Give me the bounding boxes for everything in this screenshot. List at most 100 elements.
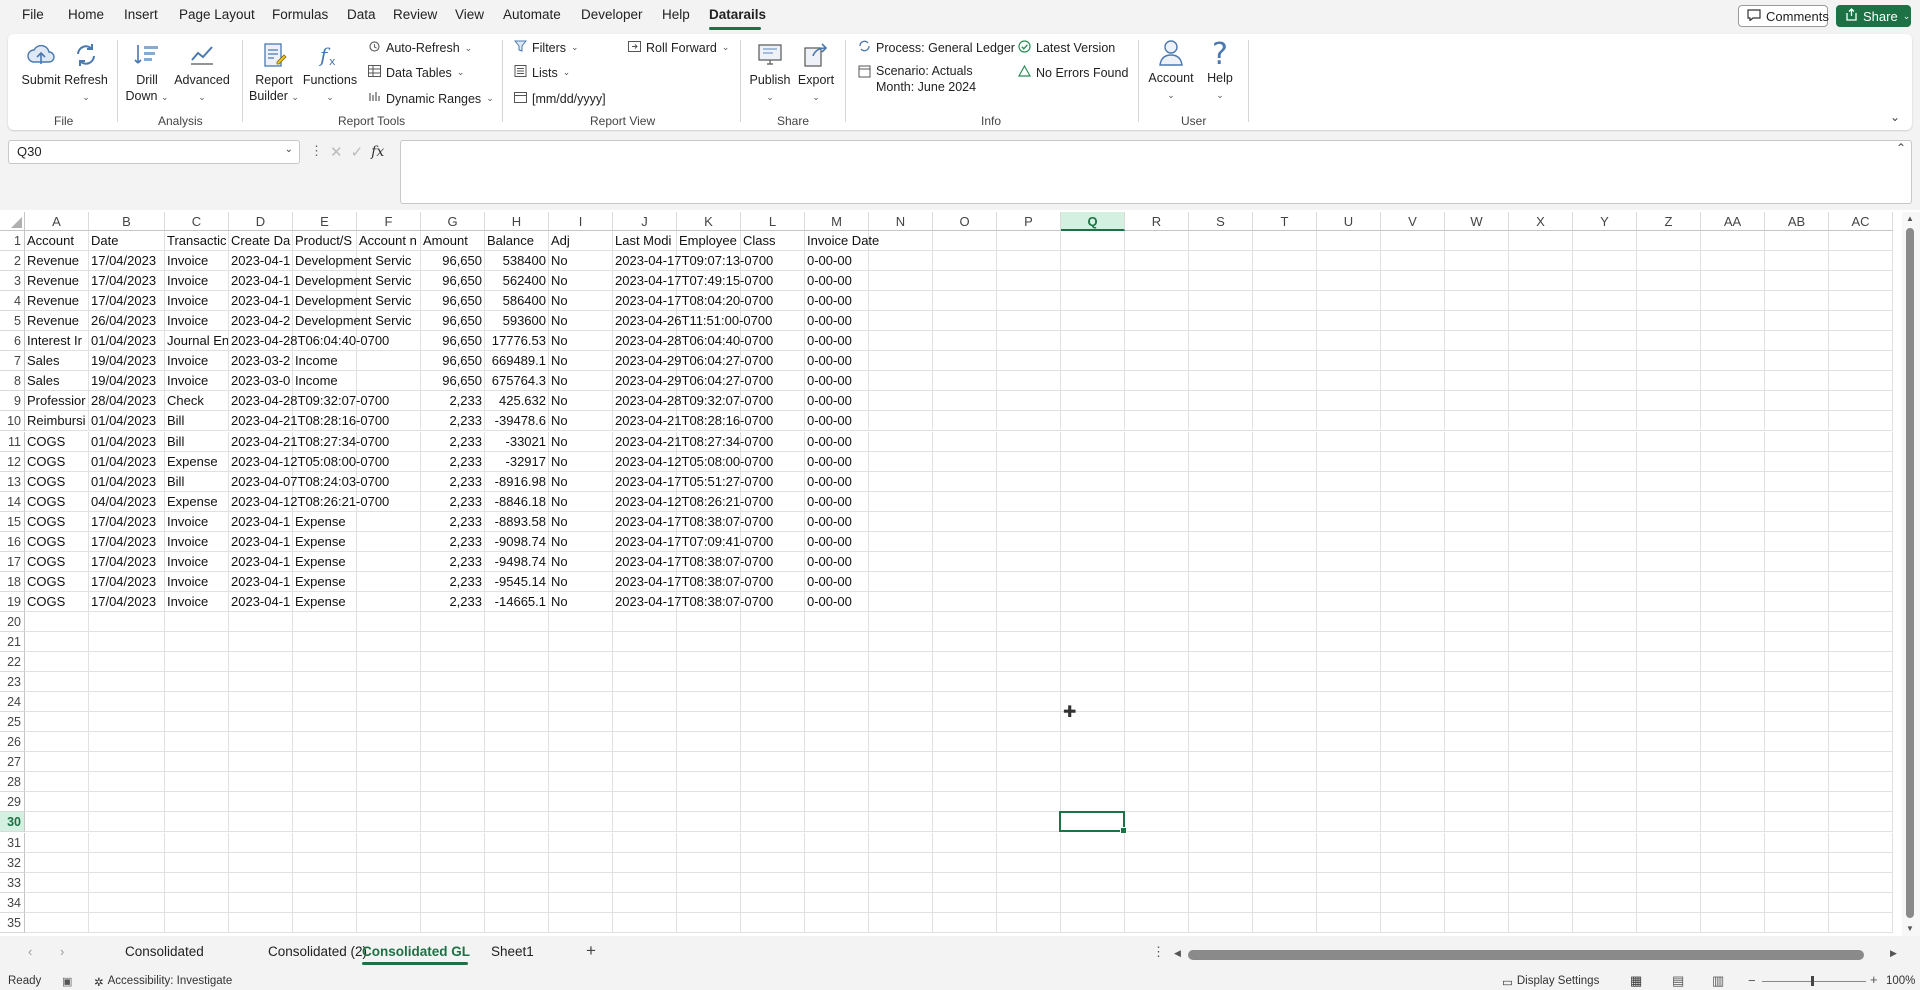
empty-cell[interactable]: [25, 792, 89, 813]
empty-cell[interactable]: [1253, 852, 1317, 873]
empty-cell[interactable]: [741, 652, 805, 673]
empty-cell[interactable]: [933, 271, 997, 292]
scroll-up-icon[interactable]: ▲: [1906, 214, 1914, 223]
empty-cell[interactable]: [933, 611, 997, 632]
empty-cell[interactable]: [485, 672, 549, 693]
column-header-w[interactable]: W: [1445, 212, 1509, 231]
data-cell[interactable]: Development Servic: [293, 271, 411, 292]
empty-cell[interactable]: [293, 752, 357, 773]
empty-cell[interactable]: [89, 812, 165, 833]
empty-cell[interactable]: [293, 892, 357, 913]
data-cell[interactable]: 2023-04-12T05:08:00-0700: [229, 451, 389, 472]
empty-cell[interactable]: [165, 852, 229, 873]
empty-cell[interactable]: [421, 912, 485, 933]
empty-cell[interactable]: [1445, 311, 1509, 332]
empty-cell[interactable]: [1829, 251, 1893, 272]
empty-cell[interactable]: [165, 832, 229, 853]
empty-cell[interactable]: [1189, 491, 1253, 512]
empty-cell[interactable]: [1509, 792, 1573, 813]
empty-cell[interactable]: [1061, 351, 1125, 372]
empty-cell[interactable]: [1445, 872, 1509, 893]
data-cell[interactable]: 2023-04-28T09:32:07-0700: [229, 391, 389, 412]
empty-cell[interactable]: [1829, 632, 1893, 652]
empty-cell[interactable]: [997, 551, 1061, 572]
empty-cell[interactable]: [1381, 371, 1445, 392]
empty-cell[interactable]: [165, 872, 229, 893]
empty-cell[interactable]: [1381, 311, 1445, 332]
menu-tab-developer[interactable]: Developer: [581, 7, 643, 22]
empty-cell[interactable]: [933, 311, 997, 332]
empty-cell[interactable]: [805, 852, 869, 873]
empty-cell[interactable]: [357, 812, 421, 833]
empty-cell[interactable]: [613, 632, 677, 652]
data-cell[interactable]: No: [549, 331, 613, 352]
data-cell[interactable]: COGS: [25, 451, 89, 472]
empty-cell[interactable]: [933, 672, 997, 693]
empty-cell[interactable]: [1061, 832, 1125, 853]
data-cell[interactable]: 01/04/2023: [89, 451, 165, 472]
empty-cell[interactable]: [1253, 792, 1317, 813]
empty-cell[interactable]: [1509, 431, 1573, 452]
empty-cell[interactable]: [1125, 331, 1189, 352]
empty-cell[interactable]: [357, 872, 421, 893]
empty-cell[interactable]: [293, 812, 357, 833]
empty-cell[interactable]: [229, 892, 293, 913]
empty-cell[interactable]: [613, 752, 677, 773]
empty-cell[interactable]: [357, 632, 421, 652]
empty-cell[interactable]: [229, 832, 293, 853]
data-cell[interactable]: Invoice: [165, 531, 229, 552]
row-header-17[interactable]: 17: [0, 551, 25, 572]
empty-cell[interactable]: [869, 551, 933, 572]
empty-cell[interactable]: [997, 431, 1061, 452]
empty-cell[interactable]: [1125, 752, 1189, 773]
empty-cell[interactable]: [997, 331, 1061, 352]
empty-cell[interactable]: [1125, 812, 1189, 833]
empty-cell[interactable]: [1701, 531, 1765, 552]
column-header-a[interactable]: A: [25, 212, 89, 231]
empty-cell[interactable]: [933, 692, 997, 713]
empty-cell[interactable]: [613, 692, 677, 713]
empty-cell[interactable]: [1701, 271, 1765, 292]
empty-cell[interactable]: [933, 792, 997, 813]
empty-cell[interactable]: [1829, 712, 1893, 733]
empty-cell[interactable]: [1317, 852, 1381, 873]
data-cell[interactable]: 2,233: [421, 451, 485, 472]
empty-cell[interactable]: [933, 391, 997, 412]
empty-cell[interactable]: [357, 371, 421, 392]
empty-cell[interactable]: [485, 652, 549, 673]
empty-cell[interactable]: [1125, 852, 1189, 873]
empty-cell[interactable]: [1573, 451, 1637, 472]
empty-cell[interactable]: [1829, 792, 1893, 813]
data-cell[interactable]: Bill: [165, 411, 229, 432]
empty-cell[interactable]: [1509, 872, 1573, 893]
data-cell[interactable]: 2023-04-1: [229, 251, 293, 272]
row-header-32[interactable]: 32: [0, 852, 25, 873]
empty-cell[interactable]: [933, 752, 997, 773]
empty-cell[interactable]: [89, 692, 165, 713]
data-cell[interactable]: 0-00-00: [805, 511, 869, 532]
data-cell[interactable]: Invoice: [165, 551, 229, 572]
empty-cell[interactable]: [1381, 732, 1445, 753]
empty-cell[interactable]: [997, 351, 1061, 372]
data-cell[interactable]: COGS: [25, 431, 89, 452]
empty-cell[interactable]: [229, 792, 293, 813]
data-cell[interactable]: 96,650: [421, 371, 485, 392]
empty-cell[interactable]: [1381, 812, 1445, 833]
row-header-23[interactable]: 23: [0, 672, 25, 693]
empty-cell[interactable]: [1637, 471, 1701, 492]
data-cell[interactable]: Invoice: [165, 571, 229, 592]
data-cell[interactable]: 0-00-00: [805, 411, 869, 432]
column-title-cell[interactable]: Employee: [677, 231, 741, 251]
empty-cell[interactable]: [741, 752, 805, 773]
empty-cell[interactable]: [1317, 411, 1381, 432]
scroll-right-icon[interactable]: ▶: [1890, 948, 1897, 959]
empty-cell[interactable]: [1381, 912, 1445, 933]
empty-cell[interactable]: [357, 792, 421, 813]
empty-cell[interactable]: [1317, 792, 1381, 813]
data-cell[interactable]: 04/04/2023: [89, 491, 165, 512]
empty-cell[interactable]: [869, 852, 933, 873]
empty-cell[interactable]: [1381, 351, 1445, 372]
column-header-aa[interactable]: AA: [1701, 212, 1765, 231]
empty-cell[interactable]: [933, 471, 997, 492]
data-cell[interactable]: 2023-04-28T06:04:40-0700: [229, 331, 389, 352]
